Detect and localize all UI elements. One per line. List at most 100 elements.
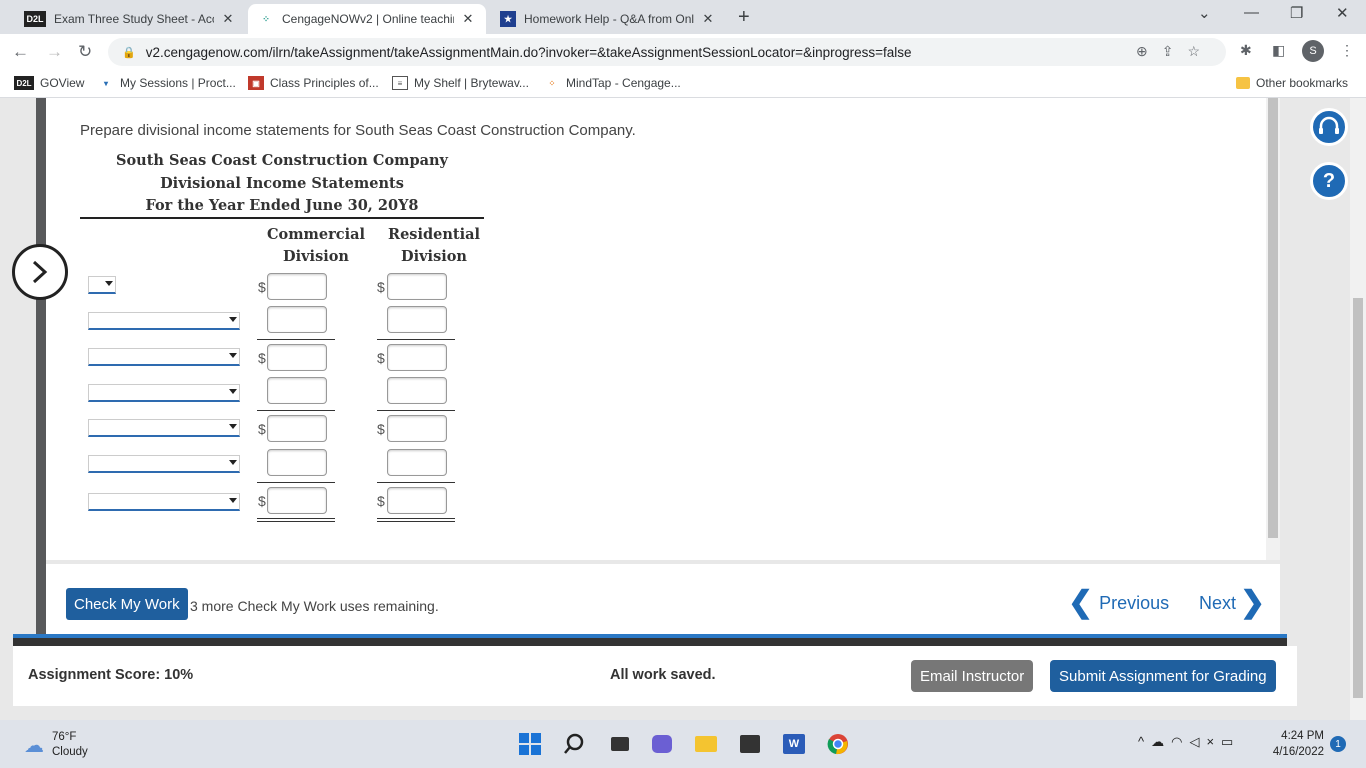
line-item-select[interactable] xyxy=(88,384,240,402)
save-status: All work saved. xyxy=(610,667,716,683)
column-header-line: Residential xyxy=(388,226,480,243)
weather-widget[interactable]: ☁ 76°F Cloudy xyxy=(24,730,88,760)
residential-amount-input[interactable] xyxy=(387,377,447,404)
star-icon: ★ xyxy=(500,11,516,27)
wifi-icon[interactable]: ◠ xyxy=(1171,734,1189,749)
restore-button[interactable]: ❐ xyxy=(1290,4,1303,22)
commercial-amount-input[interactable] xyxy=(267,306,327,333)
submit-assignment-button[interactable]: Submit Assignment for Grading xyxy=(1050,660,1276,692)
bookmark-my-sessions[interactable]: ▾ My Sessions | Proct... xyxy=(98,76,236,90)
residential-amount-input[interactable] xyxy=(387,344,447,371)
task-view-icon[interactable] xyxy=(608,732,632,756)
bookmark-star-icon[interactable]: ☆ xyxy=(1187,43,1214,59)
omnibox-icons[interactable]: ⊕⇪☆ xyxy=(1136,43,1214,60)
new-tab-button[interactable]: + xyxy=(738,6,750,29)
previous-button[interactable]: ❮ Previous xyxy=(1068,586,1169,619)
windows-taskbar: ☁ 76°F Cloudy W ^☁◠◁×▭ 4:24 PM 4/16/2022… xyxy=(0,720,1366,768)
panel-scrollbar[interactable] xyxy=(1266,98,1280,560)
file-explorer-icon[interactable] xyxy=(694,732,718,756)
windows-start-icon[interactable] xyxy=(518,732,542,756)
bookmark-goview[interactable]: D2L GOView xyxy=(14,76,84,90)
dollar-sign: $ xyxy=(377,279,385,295)
commercial-amount-input[interactable] xyxy=(267,344,327,371)
residential-amount-input[interactable] xyxy=(387,415,447,442)
temperature: 76°F xyxy=(52,731,77,743)
expand-panel-button[interactable] xyxy=(12,244,68,300)
line-item-select[interactable] xyxy=(88,419,240,437)
notification-badge[interactable]: 1 xyxy=(1330,736,1346,752)
share-icon[interactable]: ⇪ xyxy=(1162,43,1188,59)
clock[interactable]: 4:24 PM 4/16/2022 xyxy=(1262,728,1324,760)
onedrive-cloud-icon[interactable]: ☁ xyxy=(1151,734,1171,749)
sidepanel-icon[interactable]: ◧ xyxy=(1272,42,1285,59)
divider-bar xyxy=(13,638,1287,646)
battery-icon[interactable]: ▭ xyxy=(1221,734,1240,749)
menu-icon[interactable]: ⋮ xyxy=(1340,42,1354,59)
check-my-work-button[interactable]: Check My Work xyxy=(66,588,188,620)
chevron-left-icon: ❮ xyxy=(1068,586,1094,619)
bookmark-my-shelf[interactable]: ≡ My Shelf | Brytewav... xyxy=(392,76,529,90)
line-item-select[interactable] xyxy=(88,276,116,294)
help-icon[interactable]: ? xyxy=(1310,162,1348,200)
zoom-icon[interactable]: ⊕ xyxy=(1136,43,1162,59)
chat-icon[interactable] xyxy=(650,732,674,756)
residential-amount-input[interactable] xyxy=(387,449,447,476)
search-icon[interactable] xyxy=(562,732,586,756)
support-headset-icon[interactable] xyxy=(1310,108,1348,146)
scrollbar-thumb[interactable] xyxy=(1353,298,1363,698)
back-icon[interactable]: ← xyxy=(12,42,29,62)
address-bar[interactable]: 🔒 v2.cengagenow.com/ilrn/takeAssignment/… xyxy=(108,38,1226,66)
minimize-button[interactable]: — xyxy=(1244,4,1259,21)
tab-homework-help[interactable]: ★ Homework Help - Q&A from Onl ✕ xyxy=(490,4,726,34)
word-icon[interactable]: W xyxy=(782,732,806,756)
double-underline xyxy=(377,518,455,522)
chevron-up-icon[interactable]: ^ xyxy=(1138,734,1151,749)
bookmark-mindtap[interactable]: ⁘ MindTap - Cengage... xyxy=(544,76,681,90)
bookmarks-bar: D2L GOView ▾ My Sessions | Proct... ▣ Class… xyxy=(0,70,1366,98)
reload-icon[interactable]: ↻ xyxy=(78,42,92,62)
tab-exam-study-sheet[interactable]: D2L Exam Three Study Sheet - Accoun ✕ xyxy=(14,4,246,34)
bookmark-label: Other bookmarks xyxy=(1256,76,1349,90)
commercial-amount-input[interactable] xyxy=(267,273,327,300)
time: 4:24 PM xyxy=(1281,730,1324,742)
volume-muted-icon[interactable]: ◁× xyxy=(1189,734,1221,749)
system-tray[interactable]: ^☁◠◁×▭ xyxy=(1138,734,1240,750)
bookmark-label: GOView xyxy=(40,76,85,90)
residential-amount-input[interactable] xyxy=(387,273,447,300)
other-bookmarks[interactable]: Other bookmarks xyxy=(1236,76,1348,90)
extensions-icon[interactable]: ✱ xyxy=(1240,42,1252,59)
forward-icon[interactable]: → xyxy=(46,42,63,62)
close-icon[interactable]: ✕ xyxy=(700,11,716,27)
bookmark-class-principles[interactable]: ▣ Class Principles of... xyxy=(248,76,379,90)
next-button[interactable]: Next ❯ xyxy=(1199,588,1265,618)
assignment-status-bar: Assignment Score: 10% All work saved. Em… xyxy=(13,646,1297,706)
scrollbar-thumb[interactable] xyxy=(1268,98,1278,538)
residential-amount-input[interactable] xyxy=(387,487,447,514)
dollar-sign: $ xyxy=(377,421,385,437)
close-window-button[interactable]: ✕ xyxy=(1336,4,1349,22)
question-panel: Prepare divisional income statements for… xyxy=(46,98,1280,560)
store-icon[interactable] xyxy=(738,732,762,756)
close-icon[interactable]: ✕ xyxy=(220,11,236,27)
line-item-select[interactable] xyxy=(88,493,240,511)
close-icon[interactable]: ✕ xyxy=(460,11,476,27)
commercial-amount-input[interactable] xyxy=(267,415,327,442)
email-instructor-button[interactable]: Email Instructor xyxy=(911,660,1034,692)
underline xyxy=(377,410,455,411)
page-scrollbar[interactable] xyxy=(1350,98,1366,720)
tab-search-icon[interactable]: ⌄ xyxy=(1198,4,1211,22)
line-item-select[interactable] xyxy=(88,455,240,473)
chrome-icon[interactable] xyxy=(826,732,850,756)
line-item-select[interactable] xyxy=(88,312,240,330)
tab-cengagenow[interactable]: ⁘ CengageNOWv2 | Online teachin ✕ xyxy=(248,4,486,34)
d2l-icon: D2L xyxy=(24,11,46,27)
line-item-select[interactable] xyxy=(88,348,240,366)
avatar[interactable]: S xyxy=(1302,40,1324,62)
commercial-amount-input[interactable] xyxy=(267,449,327,476)
check-uses-remaining: 3 more Check My Work uses remaining. xyxy=(190,598,439,614)
commercial-amount-input[interactable] xyxy=(267,487,327,514)
column-header-line: Commercial xyxy=(266,226,365,243)
tab-title: Exam Three Study Sheet - Accoun xyxy=(54,12,214,26)
residential-amount-input[interactable] xyxy=(387,306,447,333)
commercial-amount-input[interactable] xyxy=(267,377,327,404)
